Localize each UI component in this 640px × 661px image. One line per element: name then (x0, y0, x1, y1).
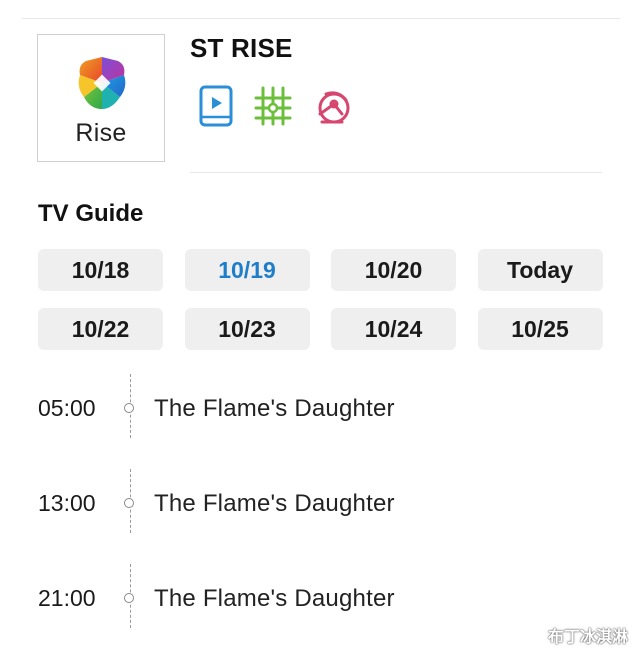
program-time: 21:00 (38, 585, 96, 611)
program-row[interactable]: 13:00 The Flame's Daughter (0, 469, 640, 539)
schedule-grid-icon[interactable] (253, 84, 293, 128)
date-chip-10-23[interactable]: 10/23 (184, 308, 310, 350)
program-title: The Flame's Daughter (154, 585, 395, 612)
date-selector: 10/18 10/19 10/20 Today 10/22 10/23 10/2… (38, 249, 604, 350)
channel-logo-text: Rise (75, 119, 127, 147)
section-divider (190, 172, 602, 173)
date-chip-today[interactable]: Today (477, 249, 603, 291)
program-time: 13:00 (38, 490, 96, 516)
timeline-node-icon (124, 403, 134, 413)
timeline-node-icon (124, 498, 134, 508)
date-chip-10-22[interactable]: 10/22 (38, 308, 163, 350)
channel-header: Rise ST RISE (0, 0, 640, 175)
program-time: 05:00 (38, 395, 96, 421)
date-chip-10-20[interactable]: 10/20 (331, 249, 456, 291)
date-chip-10-25[interactable]: 10/25 (477, 308, 603, 350)
cycling-icon[interactable] (312, 84, 352, 128)
date-chip-10-24[interactable]: 10/24 (331, 308, 456, 350)
channel-logo-icon (78, 57, 126, 109)
tv-guide-title: TV Guide (38, 200, 144, 227)
channel-title: ST RISE (190, 33, 293, 63)
program-row[interactable]: 05:00 The Flame's Daughter (0, 374, 640, 444)
program-title: The Flame's Daughter (154, 395, 395, 422)
timeline-node-icon (124, 593, 134, 603)
channel-logo[interactable]: Rise (37, 34, 165, 162)
date-chip-10-19[interactable]: 10/19 (184, 249, 310, 291)
watermark-text: 布丁冰淇淋 (547, 627, 628, 646)
program-row[interactable]: 21:00 The Flame's Daughter (0, 564, 640, 634)
date-chip-10-18[interactable]: 10/18 (38, 249, 163, 291)
play-video-icon[interactable] (196, 84, 236, 128)
program-title: The Flame's Daughter (154, 490, 395, 517)
